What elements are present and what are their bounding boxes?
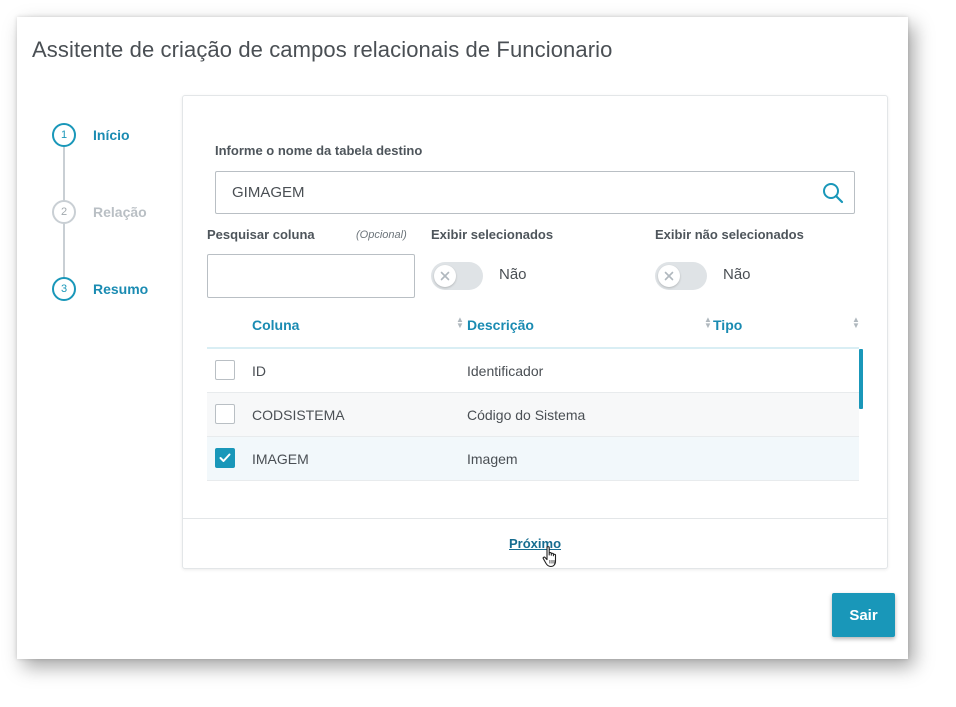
step-number: 2: [52, 200, 76, 224]
exit-button[interactable]: Sair: [832, 593, 895, 637]
toggle-knob: [658, 265, 680, 287]
hand-pointer-icon: [542, 546, 557, 568]
content-panel: Informe o nome da tabela destino GIMAGEM…: [182, 95, 888, 569]
cell-coluna: ID: [252, 363, 266, 379]
table-row[interactable]: CODSISTEMA Código do Sistema: [207, 393, 859, 437]
panel-footer-divider: [183, 518, 887, 519]
step-inicio[interactable]: 1 Início: [52, 123, 130, 147]
cell-descricao: Imagem: [467, 451, 518, 467]
step-resumo[interactable]: 3 Resumo: [52, 277, 148, 301]
row-checkbox[interactable]: [215, 448, 235, 468]
sort-icon[interactable]: ▲ ▼: [456, 316, 464, 330]
table-name-input[interactable]: GIMAGEM: [215, 171, 855, 214]
step-number: 1: [52, 123, 76, 147]
show-unselected-value: Não: [723, 266, 751, 283]
cell-descricao: Código do Sistema: [467, 407, 586, 423]
show-selected-toggle[interactable]: [431, 262, 483, 290]
dialog: Assitente de criação de campos relaciona…: [17, 17, 908, 659]
step-number: 3: [52, 277, 76, 301]
column-search-optional: (Opcional): [356, 229, 407, 241]
header-descricao[interactable]: Descrição: [467, 317, 534, 333]
cell-coluna: IMAGEM: [252, 451, 309, 467]
header-coluna[interactable]: Coluna: [252, 317, 299, 333]
close-icon: [664, 271, 674, 281]
cell-descricao: Identificador: [467, 363, 544, 379]
close-icon: [440, 271, 450, 281]
columns-grid: Coluna ▲ ▼ Descrição ▲ ▼ Tipo ▲ ▼ ID Identi…: [207, 308, 860, 481]
dialog-title: Assitente de criação de campos relaciona…: [32, 37, 613, 62]
grid-header: Coluna ▲ ▼ Descrição ▲ ▼ Tipo ▲ ▼: [207, 308, 860, 349]
toggle-knob: [434, 265, 456, 287]
table-row[interactable]: IMAGEM Imagem: [207, 437, 859, 481]
cell-coluna: CODSISTEMA: [252, 407, 345, 423]
show-selected-value: Não: [499, 266, 527, 283]
column-search-input[interactable]: [207, 254, 415, 298]
show-unselected-toggle[interactable]: [655, 262, 707, 290]
row-checkbox[interactable]: [215, 360, 235, 380]
header-tipo[interactable]: Tipo: [713, 317, 742, 333]
step-relacao[interactable]: 2 Relação: [52, 200, 147, 224]
show-selected-label: Exibir selecionados: [431, 227, 554, 242]
step-connector: [63, 147, 65, 201]
sort-icon[interactable]: ▲ ▼: [704, 316, 712, 330]
grid-scrollbar[interactable]: [859, 349, 863, 409]
step-connector: [63, 223, 65, 278]
check-icon: [219, 453, 231, 462]
table-row[interactable]: ID Identificador: [207, 349, 859, 393]
row-checkbox[interactable]: [215, 404, 235, 424]
step-label: Início: [93, 127, 130, 143]
table-name-label: Informe o nome da tabela destino: [215, 143, 423, 158]
step-label: Resumo: [93, 281, 149, 297]
column-search-label: Pesquisar coluna: [207, 227, 315, 242]
table-name-value: GIMAGEM: [232, 184, 305, 201]
step-label: Relação: [93, 204, 147, 220]
show-unselected-label: Exibir não selecionados: [655, 227, 804, 242]
search-icon[interactable]: [822, 182, 844, 204]
sort-icon[interactable]: ▲ ▼: [852, 316, 860, 330]
